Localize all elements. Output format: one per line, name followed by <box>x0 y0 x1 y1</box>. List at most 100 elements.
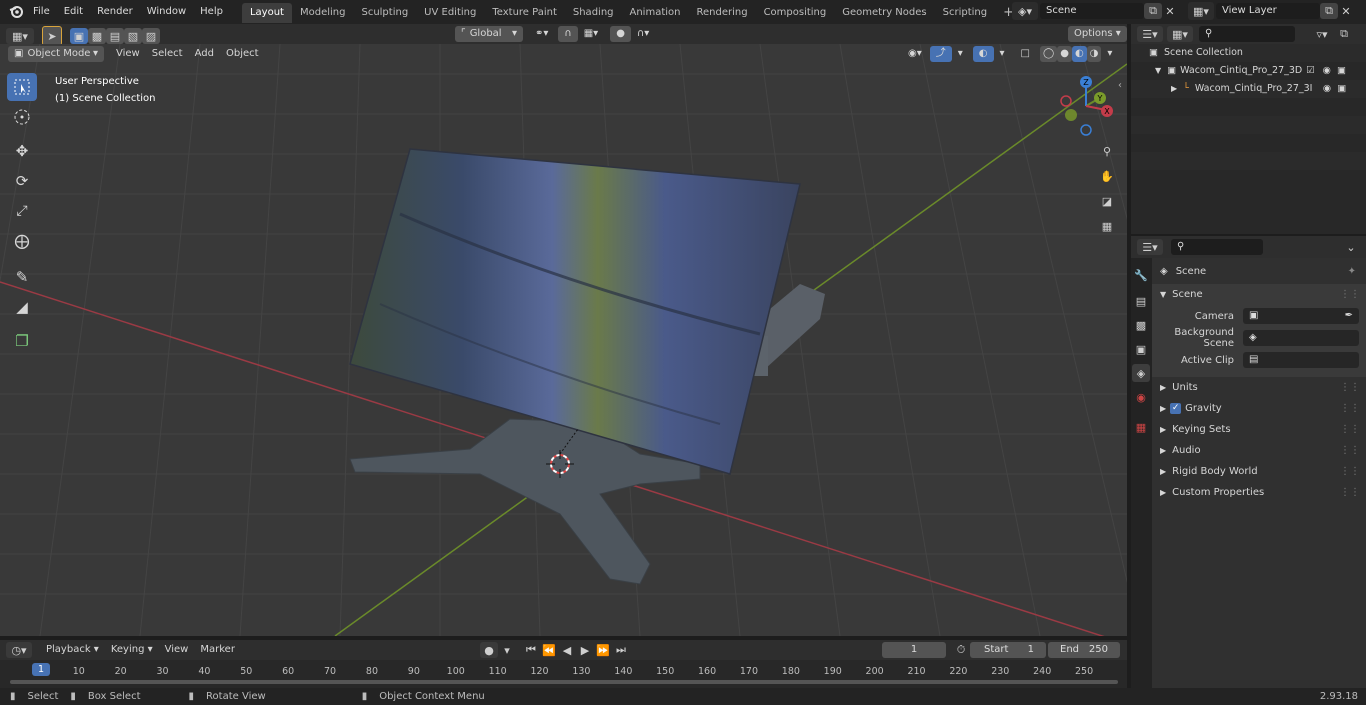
scene-name-field[interactable]: Scene <box>1040 3 1144 19</box>
chevron-down-icon[interactable]: ▾ <box>1101 46 1118 62</box>
select-extend-icon[interactable]: ▩ <box>88 28 106 44</box>
prev-keyframe-icon[interactable]: ⏪ <box>540 642 558 658</box>
menu-file[interactable]: File <box>26 0 57 24</box>
shading-wireframe-icon[interactable]: ◯ <box>1040 46 1058 62</box>
drag-handle-icon[interactable]: ⋮⋮ <box>1340 398 1360 419</box>
select-invert-icon[interactable]: ▧ <box>124 28 142 44</box>
new-scene-icon[interactable]: ⧉ <box>1144 3 1162 19</box>
menu-add[interactable]: Add <box>189 46 220 62</box>
tab-layout[interactable]: Layout <box>241 3 292 23</box>
select-subtract-icon[interactable]: ▤ <box>106 28 124 44</box>
chevron-down-icon[interactable]: ▾ <box>498 642 516 658</box>
select-box-tool[interactable] <box>7 73 37 101</box>
next-keyframe-icon[interactable]: ⏩ <box>594 642 612 658</box>
cursor-tool[interactable] <box>7 103 37 131</box>
current-frame-field[interactable]: 1 <box>882 642 946 658</box>
world-tab-icon[interactable]: ◉ <box>1132 388 1150 406</box>
checkbox-icon[interactable]: ☑ <box>1306 62 1315 80</box>
blender-logo-icon[interactable] <box>6 3 26 21</box>
new-view-layer-icon[interactable]: ⧉ <box>1320 3 1338 19</box>
panel-audio[interactable]: ▶ Audio ⋮⋮ <box>1152 440 1366 461</box>
chevron-down-icon[interactable]: ⌄ <box>1342 238 1360 256</box>
zoom-icon[interactable]: ⚲ <box>1098 142 1116 160</box>
play-icon[interactable]: ▶ <box>576 642 594 658</box>
camera-view-icon[interactable]: ◪ <box>1098 192 1116 210</box>
tab-animation[interactable]: Animation <box>622 3 689 23</box>
marker-menu[interactable]: Marker <box>194 642 241 658</box>
filter-icon[interactable]: ▿▾ <box>1309 25 1335 43</box>
visibility-icon[interactable]: ◉▾ <box>902 46 928 62</box>
jump-start-icon[interactable]: ⏮ <box>522 642 540 658</box>
pivot-icon[interactable]: ⚭▾ <box>529 26 554 42</box>
shading-rendered-icon[interactable]: ◑ <box>1086 46 1102 62</box>
select-tool-icon[interactable]: ➤ <box>42 26 62 46</box>
navigation-gizmo[interactable]: Z Y X <box>1056 74 1120 140</box>
menu-view[interactable]: View <box>110 46 146 62</box>
tab-scripting[interactable]: Scripting <box>935 3 995 23</box>
camera-icon[interactable]: ▣ <box>1337 62 1346 80</box>
proportional-edit-icon[interactable]: ● <box>610 26 631 42</box>
snap-icon[interactable]: ∩ <box>558 26 578 42</box>
perspective-grid-icon[interactable]: ▦ <box>1098 217 1116 235</box>
tab-rendering[interactable]: Rendering <box>688 3 755 23</box>
timeline-scrollbar[interactable] <box>10 680 1118 684</box>
start-frame-field[interactable]: Start 1 <box>970 642 1046 658</box>
menu-object[interactable]: Object <box>220 46 265 62</box>
editor-type-icon[interactable]: ▦▾ <box>6 28 34 44</box>
view-layer-tab-icon[interactable]: ▣ <box>1132 340 1150 358</box>
outliner-editor-icon[interactable]: ☰▾ <box>1137 26 1163 42</box>
gizmo-toggle-icon[interactable]: ⤴ <box>929 46 952 62</box>
display-mode-icon[interactable]: ▦▾ <box>1167 26 1193 42</box>
timeline[interactable]: 1 10 20 30 40 50 60 70 80 90 100 110 120 130 140 150 160… <box>0 660 1127 688</box>
drag-handle-icon[interactable]: ⋮⋮ <box>1340 461 1360 482</box>
panel-rigid-body-world[interactable]: ▶ Rigid Body World ⋮⋮ <box>1152 461 1366 482</box>
menu-select[interactable]: Select <box>146 46 189 62</box>
outliner-search-input[interactable]: ⚲ <box>1199 26 1295 42</box>
tool-tab-icon[interactable]: 🔧 <box>1132 266 1150 284</box>
timeline-editor-icon[interactable]: ◷▾ <box>6 642 32 658</box>
tab-modeling[interactable]: Modeling <box>292 3 354 23</box>
pin-icon[interactable]: ✦ <box>1348 266 1356 277</box>
panel-scene[interactable]: ▼ Scene ⋮⋮ <box>1152 284 1366 305</box>
add-cube-tool[interactable]: ❐ <box>7 327 37 355</box>
tab-uv-editing[interactable]: UV Editing <box>416 3 484 23</box>
annotate-tool[interactable]: ✎ <box>7 263 37 291</box>
scene-icon[interactable]: ◈▾ <box>1012 2 1038 20</box>
measure-tool[interactable]: ◢ <box>7 293 37 321</box>
drag-handle-icon[interactable]: ⋮⋮ <box>1340 419 1360 440</box>
move-tool[interactable]: ✥ <box>7 137 37 165</box>
render-tab-icon[interactable]: ▤ <box>1132 292 1150 310</box>
outliner-row-scene-collection[interactable]: ▣ Scene Collection <box>1131 44 1366 62</box>
mode-dropdown[interactable]: ▣ Object Mode ▾ <box>8 46 104 62</box>
xray-icon[interactable]: □ <box>1015 46 1036 62</box>
panel-units[interactable]: ▶ Units ⋮⋮ <box>1152 377 1366 398</box>
background-scene-field[interactable]: ◈ <box>1243 330 1359 346</box>
drag-handle-icon[interactable]: ⋮⋮ <box>1340 284 1360 305</box>
active-clip-field[interactable]: ▤ <box>1243 352 1359 368</box>
tab-geometry-nodes[interactable]: Geometry Nodes <box>834 3 934 23</box>
snap-target-icon[interactable]: ▦▾ <box>578 26 604 42</box>
tab-texture-paint[interactable]: Texture Paint <box>484 3 565 23</box>
sidebar-toggle-icon[interactable]: ‹ <box>1118 80 1122 91</box>
camera-icon[interactable]: ▣ <box>1337 80 1346 98</box>
eye-icon[interactable]: ◉ <box>1323 80 1331 98</box>
select-intersect-icon[interactable]: ▨ <box>142 28 160 44</box>
outliner-row-object[interactable]: ▶ └ Wacom_Cintiq_Pro_27_3I ◉ ▣ <box>1131 80 1366 98</box>
playback-menu[interactable]: Playback ▾ <box>40 642 105 658</box>
tab-sculpting[interactable]: Sculpting <box>353 3 416 23</box>
drag-handle-icon[interactable]: ⋮⋮ <box>1340 482 1360 503</box>
keying-menu[interactable]: Keying ▾ <box>105 642 159 658</box>
overlays-toggle-icon[interactable]: ◐ <box>972 46 994 62</box>
texture-tab-icon[interactable]: ▦ <box>1132 418 1150 436</box>
menu-render[interactable]: Render <box>90 0 140 24</box>
output-tab-icon[interactable]: ▩ <box>1132 316 1150 334</box>
view-layer-field[interactable]: View Layer <box>1216 3 1320 19</box>
outliner-row-collection[interactable]: ▼ ▣ Wacom_Cintiq_Pro_27_3D_Pr ☑ ◉ ▣ <box>1131 62 1366 80</box>
tab-shading[interactable]: Shading <box>565 3 622 23</box>
record-icon[interactable]: ● <box>480 642 498 658</box>
menu-window[interactable]: Window <box>140 0 193 24</box>
3d-viewport[interactable]: User Perspective (1) Scene Collection ✥ … <box>0 44 1127 636</box>
shading-material-icon[interactable]: ◐ <box>1071 46 1087 62</box>
end-frame-field[interactable]: End 250 <box>1048 642 1120 658</box>
rotate-tool[interactable]: ⟳ <box>7 167 37 195</box>
